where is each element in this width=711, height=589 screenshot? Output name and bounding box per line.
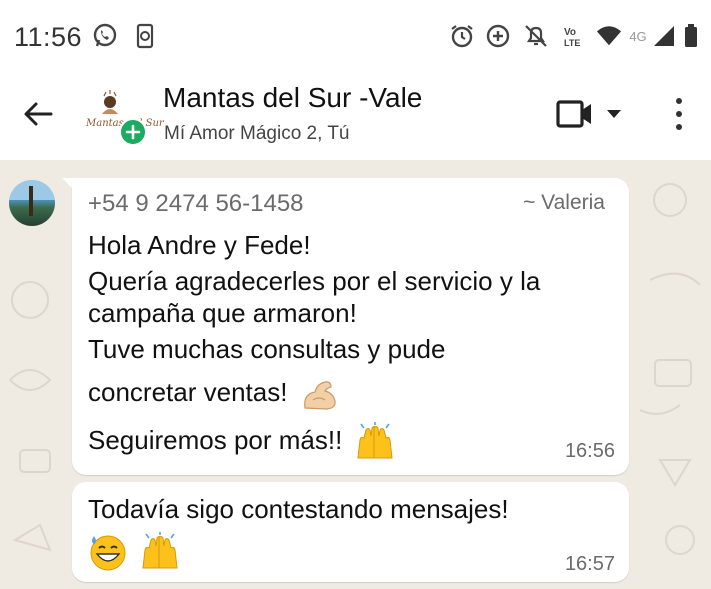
- sender-name: ~ Valeria: [523, 191, 605, 214]
- menu-dot-icon: [676, 124, 682, 130]
- message-time: 16:57: [564, 553, 615, 575]
- message-bubble[interactable]: +54 9 2474 56-1458 ~ Valeria Hola Andre …: [72, 178, 629, 475]
- message-line-with-emoji: Seguiremos por más!!: [88, 422, 396, 462]
- message-bubble[interactable]: Todavía sigo contestando mensajes! 16:57: [72, 482, 629, 582]
- chat-subtitle[interactable]: Mí Amor Mágico 2, Tú: [164, 123, 350, 145]
- grinning-face-with-sweat-icon: [90, 535, 126, 571]
- data-saver-icon: [485, 23, 511, 49]
- network-type-text: 4G: [629, 28, 647, 44]
- sender-avatar[interactable]: [9, 180, 55, 226]
- raising-hands-icon: [142, 532, 178, 569]
- battery-icon: [681, 23, 701, 49]
- cell-signal-icon: [652, 23, 678, 49]
- menu-dot-icon: [676, 111, 682, 117]
- flexed-biceps-icon: [303, 381, 336, 410]
- message-line-with-emoji: concretar ventas!: [88, 374, 339, 414]
- status-time: 11:56: [14, 22, 83, 52]
- add-contact-badge[interactable]: [119, 118, 147, 146]
- avatar-palm: [29, 186, 33, 216]
- network-type-label: 4G: [626, 23, 650, 49]
- svg-text:LTE: LTE: [564, 38, 580, 48]
- message-line: Hola Andre y Fede!: [88, 230, 311, 260]
- video-camera-icon: [556, 100, 621, 128]
- sender-phone[interactable]: +54 9 2474 56-1458: [88, 190, 304, 218]
- alarm-icon: [449, 23, 475, 49]
- chat-title[interactable]: Mantas del Sur -Vale: [163, 82, 422, 114]
- video-call-button[interactable]: [555, 96, 627, 132]
- message-text: Seguiremos por más!!: [88, 424, 343, 455]
- more-options-button[interactable]: [664, 94, 694, 134]
- message-time: 16:56: [564, 440, 615, 462]
- message-emoji-line: [88, 532, 181, 572]
- message-line: Todavía sigo contestando mensajes!: [88, 494, 509, 524]
- raising-hands-icon: [357, 422, 393, 459]
- status-bar: 11:56 Vo LTE 4G: [0, 0, 711, 72]
- plus-icon: [125, 124, 141, 140]
- svg-text:Vo: Vo: [564, 27, 576, 38]
- wifi-icon: [596, 23, 622, 49]
- message-line: campaña que armaron!: [88, 298, 357, 328]
- phone-sync-icon: [132, 23, 158, 49]
- whatsapp-notification-icon: [92, 23, 118, 49]
- volte-icon: Vo LTE: [562, 24, 590, 50]
- menu-dot-icon: [676, 98, 682, 104]
- message-line: Tuve muchas consultas y pude: [88, 334, 446, 364]
- message-line: Quería agradecerles por el servicio y la: [88, 266, 541, 296]
- back-button[interactable]: [18, 94, 58, 134]
- back-arrow-icon: [24, 102, 53, 126]
- mute-icon: [523, 23, 549, 49]
- message-text: concretar ventas!: [88, 376, 288, 407]
- chat-area[interactable]: +54 9 2474 56-1458 ~ Valeria Hola Andre …: [0, 160, 711, 589]
